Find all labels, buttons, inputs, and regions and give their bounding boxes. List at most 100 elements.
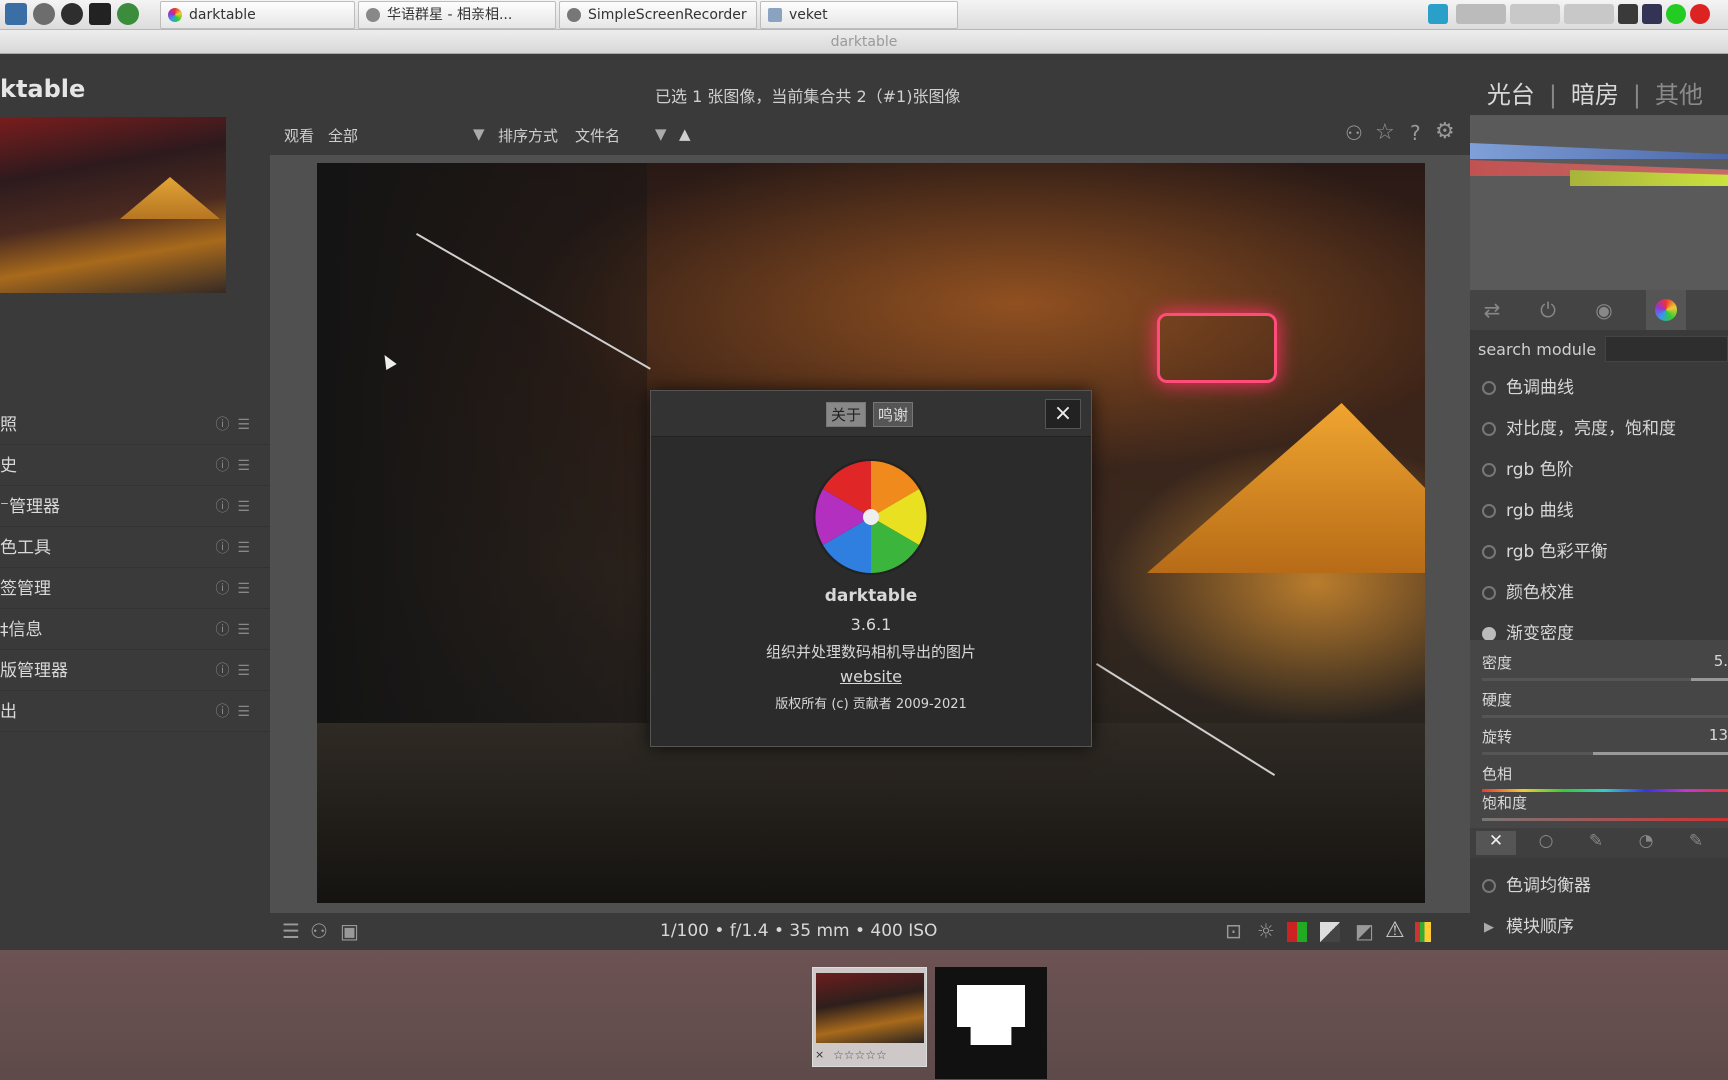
quick-access-icon[interactable]: ⇄: [1480, 298, 1504, 322]
left-module-row[interactable]: 出 ⓘ☰: [0, 692, 270, 732]
module-preset-icons[interactable]: ⓘ☰: [215, 692, 258, 732]
warning-icon[interactable]: ⚠: [1385, 918, 1405, 943]
module-row[interactable]: rgb 色彩平衡: [1470, 532, 1728, 573]
tab-about[interactable]: 关于: [826, 402, 867, 427]
about-website-link[interactable]: website: [651, 667, 1091, 686]
left-module-row[interactable]: 史 ⓘ☰: [0, 446, 270, 486]
uniform-mask-icon[interactable]: ○: [1526, 831, 1566, 855]
module-row[interactable]: 色调均衡器: [1470, 866, 1728, 907]
close-button[interactable]: ×: [1045, 399, 1081, 429]
status-green-icon[interactable]: [1666, 4, 1686, 24]
module-preset-icons[interactable]: ⓘ☰: [215, 405, 258, 445]
monitor-icon[interactable]: [5, 3, 27, 25]
module-preset-icons[interactable]: ⓘ☰: [215, 651, 258, 691]
window-button-icon[interactable]: [1456, 4, 1506, 24]
play-tray-icon[interactable]: [1618, 4, 1638, 24]
power-icon[interactable]: [1482, 586, 1496, 600]
module-preset-icons[interactable]: ⓘ☰: [215, 528, 258, 568]
module-row[interactable]: 对比度，亮度，饱和度: [1470, 409, 1728, 450]
tab-credits[interactable]: 鸣谢: [873, 402, 914, 427]
view-other[interactable]: 其他: [1655, 81, 1703, 109]
left-module-row[interactable]: ‡信息 ⓘ☰: [0, 610, 270, 650]
module-preset-icons[interactable]: ⓘ☰: [215, 610, 258, 650]
task-veket[interactable]: veket: [760, 1, 958, 29]
module-row[interactable]: rgb 色阶: [1470, 450, 1728, 491]
power-icon[interactable]: ⏻: [1536, 298, 1560, 322]
left-module-row[interactable]: 版管理器 ⓘ☰: [0, 651, 270, 691]
module-row[interactable]: 颜色校准: [1470, 573, 1728, 614]
help-icon[interactable]: ?: [1410, 121, 1421, 145]
power-icon[interactable]: [1482, 504, 1496, 518]
gamut-icon[interactable]: [1320, 922, 1340, 942]
left-module-row[interactable]: 照 ⓘ☰: [0, 405, 270, 445]
left-module-row[interactable]: 色工具 ⓘ☰: [0, 528, 270, 568]
view-darkroom[interactable]: 暗房: [1571, 81, 1619, 109]
softproof-icon[interactable]: [1287, 922, 1307, 942]
expand-arrow-icon[interactable]: ▶: [1484, 907, 1494, 948]
menu-icon[interactable]: ☰: [282, 919, 300, 943]
navigation-thumbnail[interactable]: [0, 117, 226, 293]
chevron-down-icon[interactable]: ▼: [655, 125, 667, 143]
gear-icon[interactable]: [33, 3, 55, 25]
power-icon[interactable]: [1482, 879, 1496, 893]
star-rating[interactable]: ☆☆☆☆☆: [833, 1048, 887, 1062]
color-assessment-icon[interactable]: [1415, 922, 1431, 942]
mask-off-icon[interactable]: ✕: [1476, 831, 1516, 855]
focus-peaking-icon[interactable]: ⊡: [1225, 919, 1242, 943]
module-label: 对比度，亮度，饱和度: [1506, 419, 1676, 439]
power-icon[interactable]: [1482, 463, 1496, 477]
drawn-parametric-mask-icon[interactable]: ✎: [1676, 831, 1716, 855]
power-icon[interactable]: [1482, 381, 1496, 395]
filmstrip-thumb[interactable]: [935, 967, 1047, 1079]
parametric-mask-icon[interactable]: ◔: [1626, 831, 1666, 855]
base-modules-icon[interactable]: ◉: [1592, 298, 1616, 322]
terminal-icon[interactable]: [89, 3, 111, 25]
signal-icon[interactable]: [1642, 4, 1662, 24]
left-module-row[interactable]: ⁻管理器 ⓘ☰: [0, 487, 270, 527]
gear-icon[interactable]: ⚙: [1435, 119, 1455, 144]
module-label: rgb 色阶: [1506, 460, 1574, 480]
power-icon[interactable]: [1482, 422, 1496, 436]
play-icon[interactable]: [61, 3, 83, 25]
module-order-row[interactable]: ▶ 模块顺序: [1470, 907, 1728, 948]
folder-icon: [768, 8, 782, 22]
filmstrip-thumb-selected[interactable]: × ☆☆☆☆☆: [812, 967, 927, 1067]
guides-icon[interactable]: ◩: [1355, 919, 1374, 943]
module-preset-icons[interactable]: ⓘ☰: [215, 487, 258, 527]
drawn-mask-icon[interactable]: ✎: [1576, 831, 1616, 855]
sort-select[interactable]: 文件名: [575, 125, 620, 146]
styles-icon[interactable]: ⚇: [1345, 121, 1363, 145]
power-on-icon[interactable]: [1482, 627, 1496, 641]
hardness-slider[interactable]: 硬度: [1482, 689, 1728, 725]
module-preset-icons[interactable]: ⓘ☰: [215, 569, 258, 609]
reject-icon[interactable]: ×: [815, 1048, 824, 1061]
globe-icon[interactable]: [117, 3, 139, 25]
density-slider[interactable]: 密度 5.: [1482, 652, 1728, 688]
task-darktable[interactable]: darktable: [160, 1, 355, 29]
power-icon[interactable]: [1482, 545, 1496, 559]
search-input[interactable]: [1605, 336, 1728, 362]
view-filter-select[interactable]: 全部: [328, 125, 478, 146]
status-red-icon[interactable]: [1690, 4, 1710, 24]
bulb-icon[interactable]: ☼: [1257, 919, 1275, 943]
task-label: darktable: [189, 7, 256, 23]
display-icon[interactable]: ▣: [340, 919, 359, 943]
view-lighttable[interactable]: 光台: [1487, 81, 1535, 109]
param-value: 5.: [1713, 652, 1728, 670]
star-icon[interactable]: ☆: [1375, 120, 1395, 145]
saturation-slider[interactable]: 饱和度: [1482, 792, 1728, 828]
styles-icon[interactable]: ⚇: [310, 919, 328, 943]
module-preset-icons[interactable]: ⓘ☰: [215, 446, 258, 486]
chevron-down-icon[interactable]: ▼: [473, 125, 485, 143]
histogram[interactable]: [1470, 115, 1728, 290]
window-title: darktable: [0, 30, 1728, 54]
task-screenrecorder[interactable]: SimpleScreenRecorder: [559, 1, 757, 29]
module-row[interactable]: rgb 曲线: [1470, 491, 1728, 532]
sort-direction-toggle[interactable]: ▲: [679, 125, 691, 143]
rotation-slider[interactable]: 旋转 13: [1482, 726, 1728, 762]
network-monitor-icon[interactable]: [1428, 4, 1448, 24]
task-music[interactable]: 华语群星 - 相亲相...: [358, 1, 556, 29]
module-row[interactable]: 色调曲线: [1470, 368, 1728, 409]
left-module-row[interactable]: 签管理 ⓘ☰: [0, 569, 270, 609]
color-modules-icon[interactable]: [1646, 290, 1686, 330]
